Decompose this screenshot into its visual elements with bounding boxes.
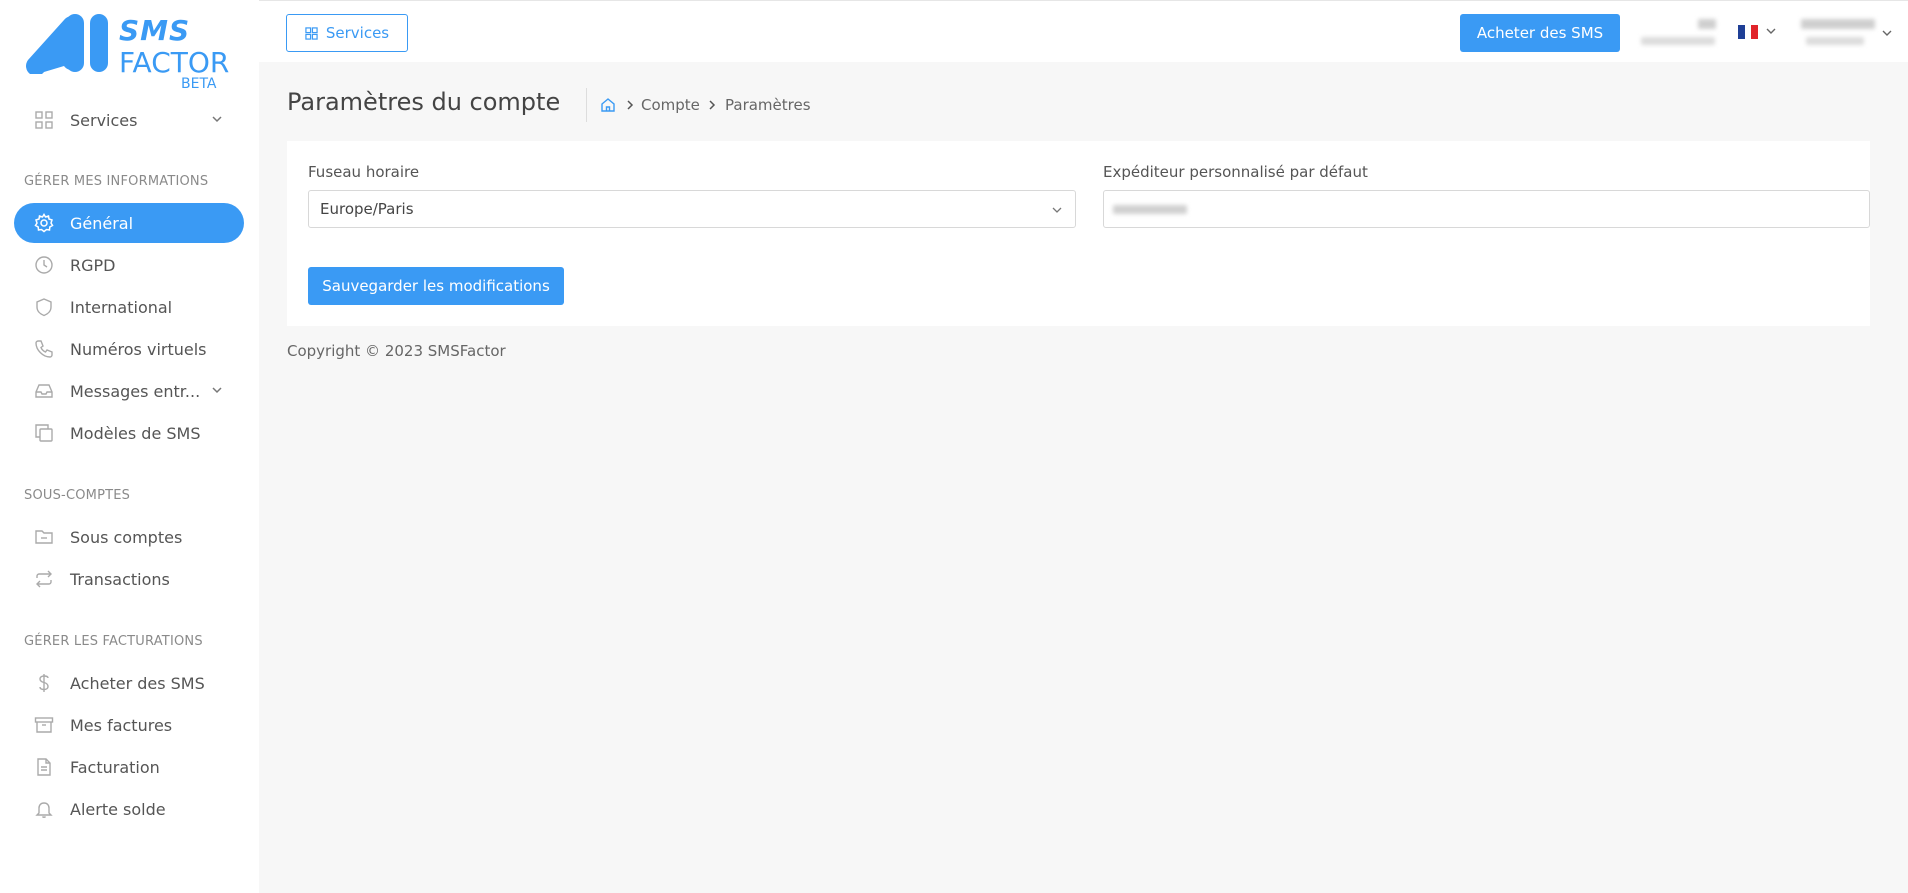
settings-card: Fuseau horaire Europe/Paris Expéditeur p… (287, 141, 1870, 326)
sender-value-blurred (1113, 205, 1187, 214)
chevron-right-icon (627, 100, 634, 110)
sidebar-item-label: Numéros virtuels (70, 339, 207, 359)
sidebar-item-label: Modèles de SMS (70, 423, 201, 443)
sidebar-item-general[interactable]: Général (14, 203, 244, 243)
section-title-informations: GÉRER MES INFORMATIONS (24, 174, 209, 189)
logo-beta-badge: BETA (181, 76, 217, 92)
sidebar-item-transactions[interactable]: Transactions (14, 559, 244, 599)
sidebar-item-label: Messages entr... (70, 381, 201, 401)
sms-factor-logo[interactable]: SMS FACTOR BETA (24, 12, 229, 94)
repeat-icon (34, 569, 54, 589)
topbar: Services Acheter des SMS (259, 0, 1908, 62)
sidebar-item-alerte-solde[interactable]: Alerte solde (14, 789, 244, 829)
sidebar-item-mes-factures[interactable]: Mes factures (14, 705, 244, 745)
section-title-sous-comptes: SOUS-COMPTES (24, 488, 131, 503)
user-name-blurred (1801, 19, 1875, 29)
inbox-icon (34, 381, 54, 401)
sidebar: SMS FACTOR BETA Services GÉRER MES INFOR… (0, 0, 259, 893)
chevron-right-icon (709, 100, 716, 110)
services-button[interactable]: Services (286, 14, 408, 52)
chevron-down-icon (1882, 30, 1892, 36)
grid-icon (34, 110, 54, 130)
sidebar-item-messages-entrants[interactable]: Messages entr... (14, 371, 244, 411)
sidebar-item-facturation[interactable]: Facturation (14, 747, 244, 787)
user-company-blurred (1806, 37, 1864, 45)
dollar-icon (34, 673, 54, 693)
shield-icon (34, 297, 54, 317)
sidebar-item-rgpd[interactable]: RGPD (14, 245, 244, 285)
logo-text-sms: SMS (119, 14, 191, 47)
sender-input[interactable] (1103, 190, 1870, 228)
timezone-select[interactable]: Europe/Paris (308, 190, 1076, 228)
archive-icon (34, 715, 54, 735)
save-button[interactable]: Sauvegarder les modifications (308, 267, 564, 305)
sidebar-item-acheter-sms[interactable]: Acheter des SMS (14, 663, 244, 703)
sidebar-item-label: Alerte solde (70, 799, 166, 819)
balance-label-blurred (1641, 37, 1715, 45)
chevron-down-icon (1052, 207, 1062, 213)
sender-label: Expéditeur personnalisé par défaut (1103, 163, 1368, 181)
sidebar-item-numeros-virtuels[interactable]: Numéros virtuels (14, 329, 244, 369)
timezone-label: Fuseau horaire (308, 163, 420, 181)
file-icon (34, 757, 54, 777)
sidebar-item-international[interactable]: International (14, 287, 244, 327)
logo-text-factor: FACTOR (119, 46, 230, 79)
flag-fr-icon[interactable] (1738, 25, 1759, 39)
breadcrumb-compte[interactable]: Compte (641, 96, 700, 114)
clock-icon (34, 255, 54, 275)
sidebar-item-label: RGPD (70, 255, 116, 275)
gear-icon (34, 213, 54, 233)
breadcrumb-parametres: Paramètres (725, 96, 811, 114)
sidebar-item-services[interactable]: Services (14, 100, 244, 140)
chevron-down-icon[interactable] (1765, 25, 1777, 37)
sidebar-item-sous-comptes[interactable]: Sous comptes (14, 517, 244, 557)
buy-sms-button[interactable]: Acheter des SMS (1460, 14, 1620, 52)
bell-icon (34, 799, 54, 819)
sidebar-item-modeles-sms[interactable]: Modèles de SMS (14, 413, 244, 453)
sidebar-item-label: International (70, 297, 173, 317)
timezone-select-value: Europe/Paris (320, 200, 414, 218)
home-icon[interactable] (600, 97, 616, 113)
copy-icon (34, 423, 54, 443)
chevron-down-icon (212, 116, 222, 123)
section-title-facturations: GÉRER LES FACTURATIONS (24, 634, 203, 649)
sidebar-item-label: Mes factures (70, 715, 173, 735)
chevron-down-icon (212, 387, 222, 394)
phone-icon (34, 339, 54, 359)
copyright-text: Copyright © 2023 SMSFactor (287, 342, 506, 360)
logo-shape-icon (26, 14, 108, 74)
grid-icon (305, 26, 318, 40)
balance-value-blurred (1698, 19, 1716, 29)
sidebar-item-label: Services (70, 110, 138, 130)
sidebar-item-label: Acheter des SMS (70, 673, 205, 693)
breadcrumb-divider (586, 88, 587, 122)
sidebar-item-label: Facturation (70, 757, 160, 777)
sidebar-item-label: Transactions (70, 569, 170, 589)
services-button-label: Services (325, 24, 390, 42)
page-title: Paramètres du compte (287, 88, 561, 116)
sidebar-item-label: Sous comptes (70, 527, 183, 547)
sidebar-item-label: Général (70, 213, 134, 233)
folder-icon (34, 527, 54, 547)
